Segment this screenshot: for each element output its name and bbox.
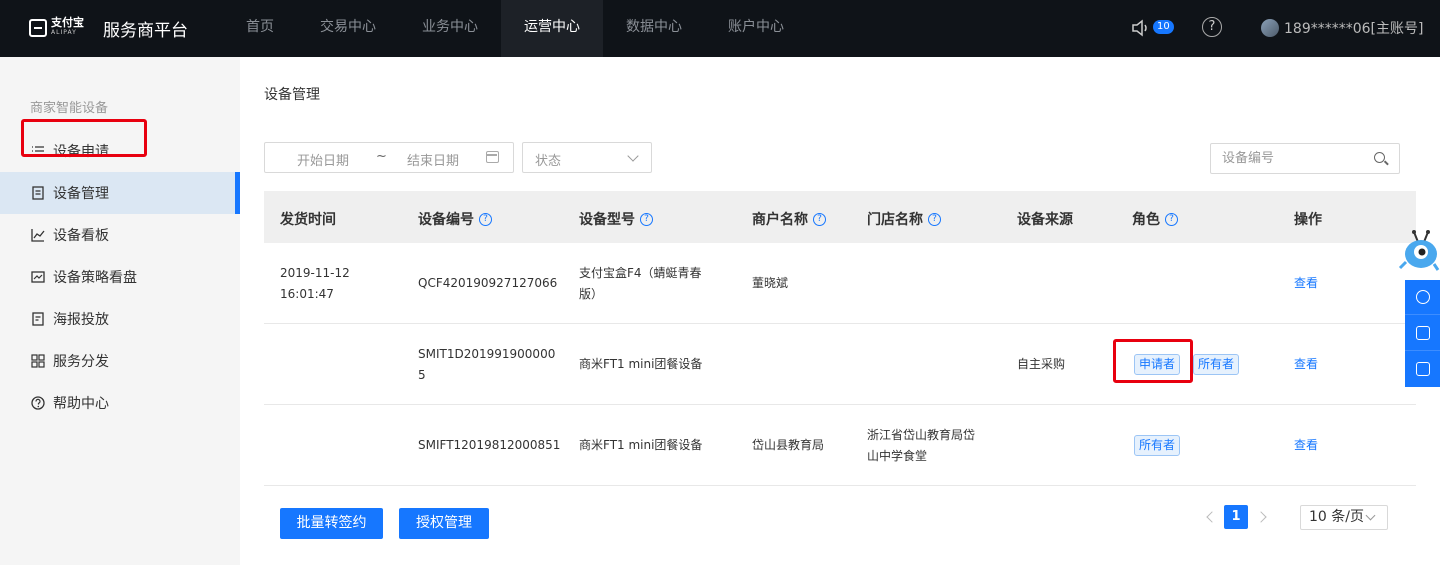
notification-badge[interactable]: 10 — [1153, 20, 1174, 34]
calendar-icon[interactable] — [486, 151, 499, 163]
headset-icon — [1416, 290, 1430, 304]
status-select[interactable]: 状态 — [522, 142, 652, 173]
highlight-box-device-management — [21, 119, 147, 157]
next-page-icon[interactable] — [1255, 511, 1267, 523]
sidebar-item-label: 设备策略看盘 — [53, 270, 137, 286]
nav-transaction-center[interactable]: 交易中心 — [310, 0, 386, 57]
chart-box-icon — [31, 271, 45, 283]
logo-cn-text: 支付宝 — [51, 16, 84, 29]
nav-home[interactable]: 首页 — [230, 0, 290, 57]
sidebar-item-label: 服务分发 — [53, 354, 109, 370]
faq-button[interactable] — [1405, 316, 1440, 351]
view-link[interactable]: 查看 — [1294, 354, 1318, 375]
edit-note-icon — [1416, 362, 1430, 376]
question-chat-icon — [1416, 326, 1430, 340]
page-title: 设备管理 — [264, 87, 320, 103]
alipay-logo-icon — [29, 19, 47, 37]
highlight-box-role-applicant — [1113, 339, 1193, 383]
avatar[interactable] — [1261, 19, 1279, 37]
column-device-source: 设备来源 — [1017, 212, 1073, 228]
table-row: SMIT1D201991900000 5 商米FT1 mini团餐设备 自主采购… — [264, 324, 1416, 405]
cell-device-source: 自主采购 — [1017, 357, 1066, 371]
cell-store-name: 浙江省岱山教育局岱 山中学食堂 — [867, 428, 976, 463]
sidebar-item-label: 设备看板 — [53, 228, 109, 244]
column-merchant-name: 商户名称? — [752, 209, 826, 229]
sidebar-group-title: 商家智能设备 — [30, 101, 109, 116]
speaker-icon[interactable] — [1131, 19, 1151, 37]
page-size-select[interactable]: 10 条/页 — [1300, 505, 1388, 530]
current-page[interactable]: 1 — [1224, 505, 1248, 529]
page-size-label: 10 条/页 — [1309, 509, 1364, 525]
alipay-logo[interactable]: 支付宝 ALIPAY — [29, 17, 89, 39]
line-chart-icon — [31, 229, 45, 242]
role-tag-owner: 所有者 — [1134, 435, 1181, 456]
column-role: 角色? — [1132, 209, 1178, 229]
top-navigation-bar: 支付宝 ALIPAY 服务商平台 首页 交易中心 业务中心 运营中心 数据中心 … — [0, 0, 1440, 57]
cell-device-model: 商米FT1 mini团餐设备 — [579, 357, 703, 371]
question-icon[interactable]: ? — [1165, 212, 1178, 226]
cell-device-id: QCF420190927127066 — [418, 276, 558, 290]
cell-device-id: SMIT1D201991900000 5 — [418, 347, 556, 382]
search-input[interactable] — [1211, 144, 1371, 173]
question-icon[interactable]: ? — [928, 212, 941, 226]
nav-data-center[interactable]: 数据中心 — [616, 0, 692, 57]
column-device-id: 设备编号? — [418, 209, 492, 229]
cell-device-model: 支付宝盒F4（蜻蜓青春 版） — [579, 266, 702, 301]
grid-icon — [31, 354, 45, 368]
account-name[interactable]: 189******06[主账号] — [1284, 18, 1423, 38]
view-link[interactable]: 查看 — [1294, 273, 1318, 294]
search-icon[interactable] — [1374, 152, 1385, 163]
cell-merchant-name: 岱山县教育局 — [752, 438, 825, 452]
table-header: 发货时间 设备编号? 设备型号? 商户名称? 门店名称? 设备来源 角色? 操作 — [264, 191, 1416, 243]
platform-title: 服务商平台 — [103, 21, 188, 41]
table-row: SMIFT12019812000851 商米FT1 mini团餐设备 岱山县教育… — [264, 405, 1416, 486]
nav-account-center[interactable]: 账户中心 — [718, 0, 794, 57]
batch-transfer-contract-button[interactable]: 批量转签约 — [280, 508, 383, 539]
help-icon[interactable]: ? — [1202, 17, 1222, 37]
cell-device-model: 商米FT1 mini团餐设备 — [579, 438, 703, 452]
column-action: 操作 — [1294, 212, 1322, 228]
question-icon[interactable]: ? — [813, 212, 826, 226]
mascot-icon[interactable] — [1398, 228, 1440, 280]
nav-business-center[interactable]: 业务中心 — [412, 0, 488, 57]
table-row: 2019-11-12 16:01:47 QCF420190927127066 支… — [264, 243, 1416, 324]
device-id-search[interactable] — [1210, 143, 1400, 174]
role-tag-owner: 所有者 — [1193, 354, 1240, 375]
sidebar-item-label: 设备管理 — [53, 186, 109, 202]
date-start-field[interactable]: 开始日期 — [297, 150, 349, 169]
prev-page-icon[interactable] — [1206, 511, 1218, 523]
help-circle-icon — [31, 396, 45, 410]
logo-en-text: ALIPAY — [51, 29, 77, 36]
cell-merchant-name: 董晓斌 — [752, 276, 789, 290]
feedback-button[interactable] — [1405, 352, 1440, 387]
column-ship-time: 发货时间 — [280, 212, 336, 228]
chevron-down-icon — [627, 150, 639, 162]
date-range-picker[interactable]: 开始日期 ~ 结束日期 — [264, 142, 514, 173]
sidebar-item-help-center[interactable]: 帮助中心 — [0, 382, 240, 424]
poster-icon — [32, 312, 44, 326]
customer-service-button[interactable] — [1405, 280, 1440, 315]
question-icon[interactable]: ? — [640, 212, 653, 226]
view-link[interactable]: 查看 — [1294, 435, 1318, 456]
authorization-management-button[interactable]: 授权管理 — [399, 508, 489, 539]
cell-ship-time: 2019-11-12 16:01:47 — [280, 266, 350, 301]
chevron-down-icon — [1365, 510, 1376, 521]
date-end-field[interactable]: 结束日期 — [407, 150, 459, 169]
column-device-model: 设备型号? — [579, 209, 653, 229]
question-icon[interactable]: ? — [479, 212, 492, 226]
sidebar-item-label: 海报投放 — [53, 312, 109, 328]
cell-device-id: SMIFT12019812000851 — [418, 438, 561, 452]
date-separator: ~ — [376, 149, 387, 164]
column-store-name: 门店名称? — [867, 209, 941, 229]
nav-operations-center[interactable]: 运营中心 — [501, 0, 603, 57]
sidebar-item-service-distribution[interactable]: 服务分发 — [0, 340, 240, 382]
sidebar-item-device-dashboard[interactable]: 设备看板 — [0, 214, 240, 256]
sidebar-item-device-management[interactable]: 设备管理 — [0, 172, 240, 214]
sidebar-item-poster-delivery[interactable]: 海报投放 — [0, 298, 240, 340]
sidebar-item-label: 帮助中心 — [53, 396, 109, 412]
status-select-placeholder: 状态 — [535, 154, 562, 169]
floating-toolbar — [1405, 280, 1440, 387]
document-icon — [32, 186, 44, 200]
sidebar-item-device-strategy-board[interactable]: 设备策略看盘 — [0, 256, 240, 298]
